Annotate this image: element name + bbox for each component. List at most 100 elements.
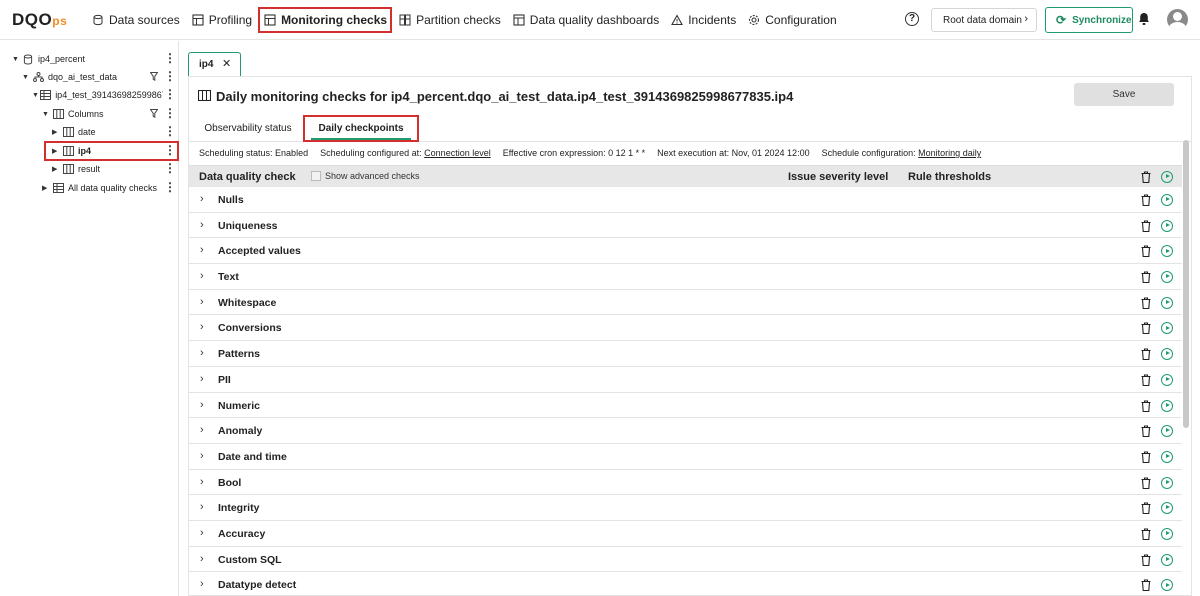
run-icon[interactable] (1161, 399, 1173, 412)
chevron-right-icon[interactable]: › (200, 373, 204, 385)
run-icon[interactable] (1161, 348, 1173, 361)
chevron-right-icon[interactable]: › (200, 399, 204, 411)
trash-icon[interactable] (1141, 220, 1151, 232)
tree-item-ip4-percent[interactable]: ▼ ip4_percent (12, 50, 162, 68)
show-advanced-checks[interactable]: Show advanced checks (311, 171, 420, 181)
more-options-icon[interactable]: ⋮ (164, 180, 176, 196)
check-category-row[interactable]: › Integrity (189, 495, 1182, 521)
chevron-right-icon[interactable]: › (200, 501, 204, 513)
more-options-icon[interactable]: ⋮ (164, 124, 176, 140)
check-category-row[interactable]: › Bool (189, 470, 1182, 496)
help-icon[interactable]: ? (905, 12, 919, 26)
run-icon[interactable] (1161, 245, 1173, 258)
trash-icon[interactable] (1141, 271, 1151, 284)
nav-data-sources[interactable]: Data sources (86, 7, 185, 33)
vertical-scrollbar[interactable] (1183, 140, 1189, 428)
run-icon[interactable] (1161, 171, 1173, 183)
run-icon[interactable] (1161, 527, 1173, 540)
run-icon[interactable] (1161, 553, 1173, 566)
run-icon[interactable] (1161, 579, 1173, 592)
run-icon[interactable] (1161, 296, 1173, 309)
check-category-row[interactable]: › Uniqueness (189, 213, 1182, 239)
dqops-logo[interactable]: DQOps (12, 10, 67, 30)
bell-icon[interactable] (1138, 12, 1150, 28)
trash-icon[interactable] (1141, 171, 1151, 184)
check-category-row[interactable]: › Conversions (189, 315, 1182, 342)
tree-item-date[interactable]: ▶ date (52, 123, 158, 141)
advanced-checkbox[interactable] (311, 171, 321, 181)
nav-partition-checks[interactable]: Partition checks (393, 7, 506, 33)
trash-icon[interactable] (1141, 579, 1151, 592)
tree-item-dqo-ai-test-data[interactable]: ▼ dqo_ai_test_data (22, 68, 150, 86)
trash-icon[interactable] (1141, 528, 1151, 540)
run-icon[interactable] (1161, 450, 1173, 463)
chevron-right-icon[interactable]: › (200, 450, 204, 462)
nav-dashboards[interactable]: Data quality dashboards (507, 7, 664, 33)
chevron-right-icon[interactable]: › (200, 527, 204, 539)
chevron-right-icon[interactable]: › (200, 321, 204, 333)
check-category-row[interactable]: › Text (189, 264, 1182, 290)
caret-down-icon[interactable]: ▼ (12, 56, 22, 63)
run-icon[interactable] (1161, 425, 1173, 438)
check-category-row[interactable]: › Nulls (189, 187, 1182, 213)
data-domain-selector[interactable]: Root data domain › (931, 8, 1037, 32)
check-category-row[interactable]: › PII (189, 367, 1182, 393)
connection-level-link[interactable]: Connection level (424, 148, 491, 158)
user-avatar[interactable] (1167, 9, 1188, 30)
trash-icon[interactable] (1141, 297, 1151, 309)
check-category-row[interactable]: › Date and time (189, 444, 1182, 470)
trash-icon[interactable] (1141, 399, 1151, 412)
caret-right-icon[interactable]: ▶ (52, 128, 62, 136)
run-icon[interactable] (1161, 194, 1173, 206)
run-icon[interactable] (1161, 219, 1173, 232)
caret-down-icon[interactable]: ▼ (42, 111, 52, 118)
save-button[interactable]: Save (1074, 83, 1174, 106)
chevron-right-icon[interactable]: › (200, 424, 204, 436)
tree-item-all-checks[interactable]: ▶ All data quality checks (42, 179, 162, 197)
nav-incidents[interactable]: Incidents (665, 7, 741, 33)
trash-icon[interactable] (1141, 194, 1151, 207)
check-category-row[interactable]: › Accuracy (189, 521, 1182, 547)
tree-item-ip4-test-table[interactable]: ▼ ip4_test_3914369825998677835 (32, 86, 163, 104)
monitoring-daily-link[interactable]: Monitoring daily (918, 148, 981, 158)
chevron-right-icon[interactable]: › (200, 193, 204, 205)
chevron-right-icon[interactable]: › (200, 476, 204, 488)
close-icon[interactable]: ✕ (222, 57, 231, 70)
chevron-right-icon[interactable]: › (200, 553, 204, 565)
more-options-icon[interactable]: ⋮ (164, 106, 176, 122)
more-options-icon[interactable]: ⋮ (164, 87, 176, 103)
synchronize-button[interactable]: ⟳ Synchronize (1045, 7, 1133, 33)
check-category-row[interactable]: › Patterns (189, 341, 1182, 367)
check-category-row[interactable]: › Custom SQL (189, 547, 1182, 573)
chevron-right-icon[interactable]: › (200, 347, 204, 359)
chevron-right-icon[interactable]: › (200, 219, 204, 231)
more-options-icon[interactable]: ⋮ (164, 51, 176, 67)
run-icon[interactable] (1161, 271, 1173, 284)
trash-icon[interactable] (1141, 322, 1151, 335)
chevron-right-icon[interactable]: › (200, 244, 204, 256)
trash-icon[interactable] (1141, 245, 1151, 258)
trash-icon[interactable] (1141, 502, 1151, 515)
trash-icon[interactable] (1141, 425, 1151, 438)
chevron-right-icon[interactable]: › (200, 270, 204, 282)
check-category-row[interactable]: › Whitespace (189, 290, 1182, 316)
check-category-row[interactable]: › Accepted values (189, 238, 1182, 265)
trash-icon[interactable] (1141, 451, 1151, 463)
tree-item-result[interactable]: ▶ result (52, 160, 158, 178)
check-category-row[interactable]: › Anomaly (189, 418, 1182, 444)
trash-icon[interactable] (1141, 348, 1151, 361)
caret-right-icon[interactable]: ▶ (52, 165, 62, 173)
check-category-row[interactable]: › Datatype detect (189, 572, 1182, 596)
caret-down-icon[interactable]: ▼ (32, 92, 40, 99)
nav-profiling[interactable]: Profiling (186, 7, 257, 33)
filter-icon[interactable] (149, 109, 159, 119)
chevron-right-icon[interactable]: › (200, 578, 204, 590)
filter-icon[interactable] (149, 72, 159, 82)
run-icon[interactable] (1161, 502, 1173, 515)
run-icon[interactable] (1161, 322, 1173, 335)
run-icon[interactable] (1161, 476, 1173, 489)
more-options-icon[interactable]: ⋮ (164, 69, 176, 85)
caret-down-icon[interactable]: ▼ (22, 74, 32, 81)
caret-right-icon[interactable]: ▶ (42, 184, 52, 192)
trash-icon[interactable] (1141, 374, 1151, 386)
